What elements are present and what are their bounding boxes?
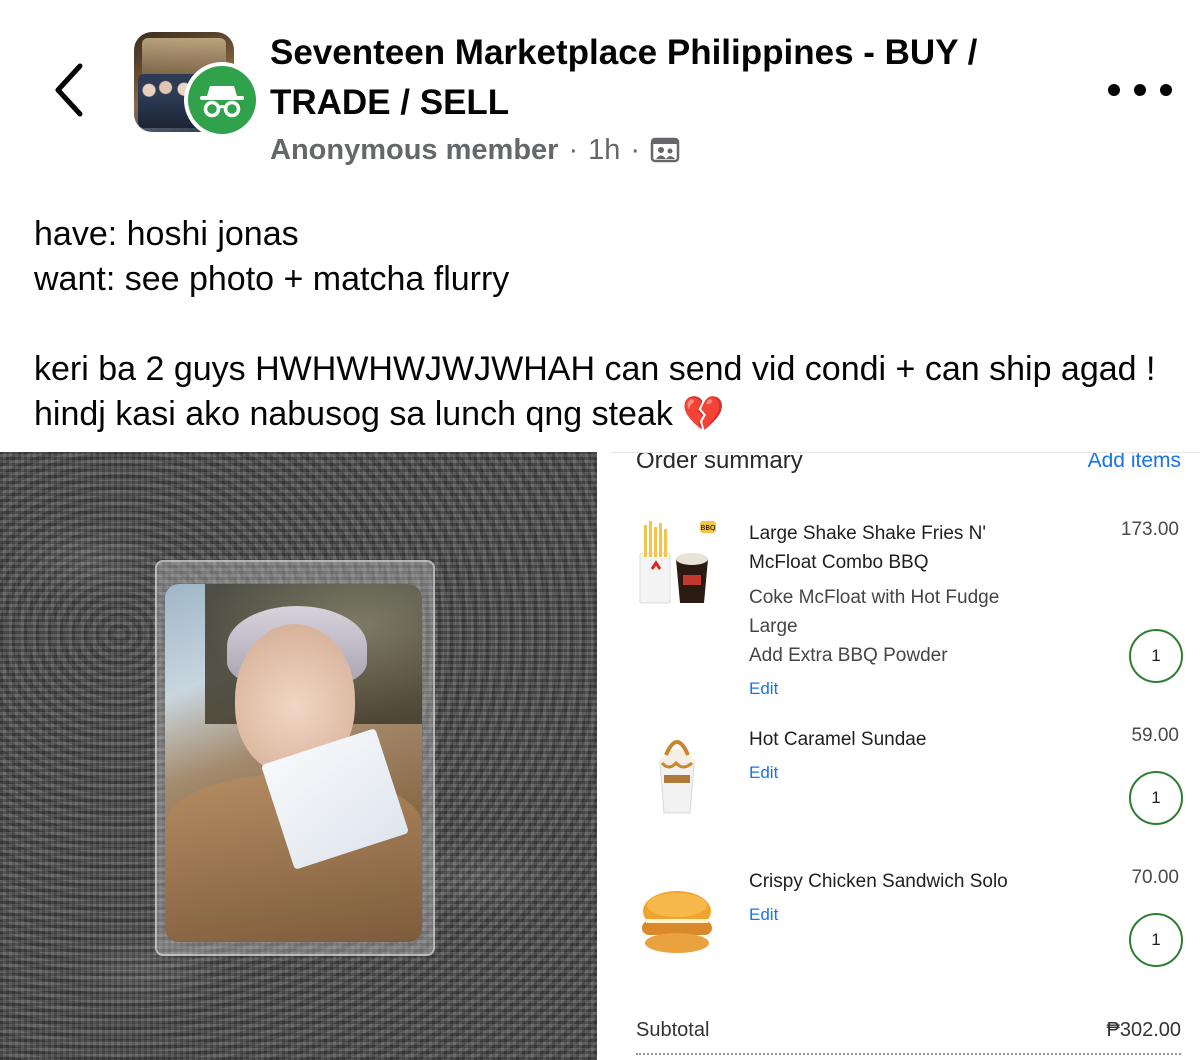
- post-line-have: have: hoshi jonas: [34, 215, 299, 253]
- item-price: 70.00: [1131, 867, 1179, 888]
- post-line-want: want: see photo + matcha flurry: [34, 260, 510, 298]
- subtotal-row: Subtotal ₱302.00: [636, 1019, 1181, 1042]
- quantity-stepper[interactable]: 1: [1129, 913, 1183, 967]
- edit-link[interactable]: Edit: [749, 905, 778, 925]
- post-time[interactable]: 1h: [588, 134, 620, 167]
- photocard: [165, 584, 422, 942]
- more-options-button[interactable]: [1108, 70, 1172, 110]
- author-name[interactable]: Anonymous member: [270, 134, 558, 167]
- chicken-sandwich-image: [636, 881, 716, 971]
- order-summary-title: Order summary: [636, 452, 803, 474]
- meta-separator-2: ·: [630, 133, 641, 166]
- post-meta: Anonymous member · 1h ·: [270, 130, 680, 170]
- item-name: Crispy Chicken Sandwich Solo: [749, 871, 1008, 892]
- subtotal-value: ₱302.00: [1106, 1019, 1181, 1041]
- edit-link[interactable]: Edit: [749, 679, 778, 699]
- item-option: Large: [749, 616, 798, 637]
- back-button[interactable]: [44, 58, 94, 122]
- anonymous-badge: [184, 62, 260, 138]
- edit-link[interactable]: Edit: [749, 763, 778, 783]
- cut-off-row: [636, 1053, 1181, 1060]
- chevron-left-icon: [55, 63, 83, 117]
- add-items-link[interactable]: Add items: [1088, 453, 1181, 473]
- subtotal-label: Subtotal: [636, 1019, 710, 1041]
- caramel-sundae-image: [636, 725, 716, 815]
- item-price: 173.00: [1120, 519, 1179, 540]
- incognito-icon: [200, 86, 244, 118]
- order-summary-header: Order summary Add items: [636, 452, 1181, 481]
- bbq-badge: BBQ: [700, 524, 716, 532]
- post-header: Seventeen Marketplace Philippines - BUY …: [0, 0, 1200, 190]
- order-summary-screenshot[interactable]: Order summary Add items BBQ Large Shake …: [611, 452, 1200, 1060]
- item-name: Large Shake Shake Fries N' McFloat Combo…: [749, 523, 987, 573]
- fries-mcfloat-image: BBQ: [636, 519, 716, 609]
- post-body: have: hoshi jonas want: see photo + matc…: [34, 212, 1184, 437]
- meta-separator: ·: [568, 133, 579, 166]
- image-divider: [597, 452, 611, 1060]
- post-line-message: keri ba 2 guys HWHWHWJWJWHAH can send vi…: [34, 350, 1165, 433]
- item-price: 59.00: [1131, 725, 1179, 746]
- item-option: Coke McFloat with Hot Fudge: [749, 587, 1000, 608]
- group-title[interactable]: Seventeen Marketplace Philippines - BUY …: [270, 28, 1070, 128]
- item-option: Add Extra BBQ Powder: [749, 645, 948, 666]
- quantity-stepper[interactable]: 1: [1129, 771, 1183, 825]
- item-name: Hot Caramel Sundae: [749, 729, 927, 750]
- more-dots-icon: [1108, 84, 1120, 96]
- group-members-icon: [650, 137, 680, 163]
- quantity-stepper[interactable]: 1: [1129, 629, 1183, 683]
